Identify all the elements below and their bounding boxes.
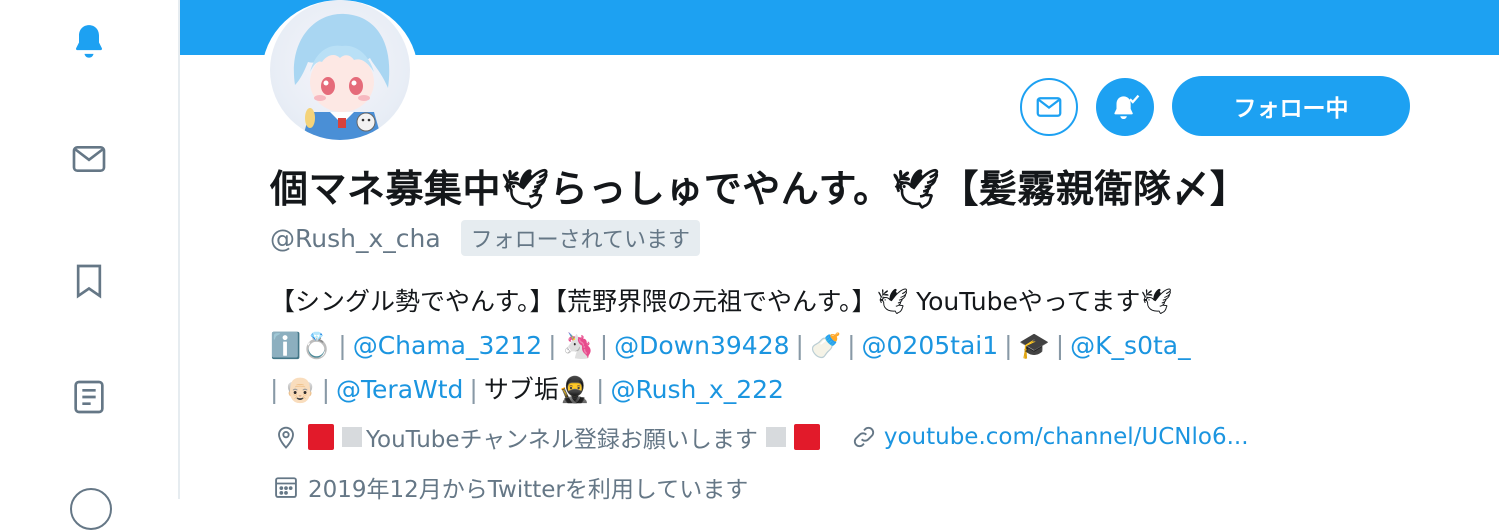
emoji: 🍼 (809, 331, 842, 360)
website-link[interactable]: youtube.com/channel/UCNlo6... (884, 424, 1249, 450)
mention-link[interactable]: @Down39428 (614, 331, 789, 360)
location-pin-icon (278, 426, 294, 449)
sidebar-nav (0, 0, 180, 530)
handle-row: @Rush_x_cha フォローされています (270, 220, 701, 256)
envelope-icon (1036, 97, 1062, 117)
display-name: 個マネ募集中🕊らっしゅでやんす。🕊【髪霧親衛隊〆】 (270, 167, 1249, 211)
mention-link[interactable]: @Rush_x_222 (610, 375, 783, 404)
follows-you-badge: フォローされています (460, 220, 701, 256)
location-text: YouTubeチャンネル登録お願いします (366, 427, 758, 453)
emoji: 🎓 (1018, 331, 1050, 360)
avatar-frame[interactable] (262, 0, 418, 146)
bio-line-1: 【シングル勢でやんす。】【荒野界隈の元祖でやんす。】🕊 YouTubeやってます… (270, 287, 1173, 316)
bio-text: サブ垢🥷 (483, 375, 590, 404)
bio-line-2: ℹ️💍 | @Chama_3212 | 🦄 | @Down39428 | 🍼 | @0205tai1… (270, 331, 1191, 360)
message-button[interactable] (1020, 78, 1078, 136)
mention-link[interactable]: @K_s0ta_ (1070, 331, 1190, 360)
emoji: 👴🏻 (284, 375, 316, 404)
red-square-emoji (308, 424, 334, 450)
bio-line-3: | 👴🏻 | @TeraWtd | サブ垢🥷 | @Rush_x_222 (270, 375, 784, 404)
bio: 【シングル勢でやんす。】【荒野界隈の元祖でやんす。】🕊 YouTubeやってます… (270, 280, 1420, 412)
bell-check-icon (1114, 94, 1140, 120)
mention-link[interactable]: @Chama_3212 (353, 331, 542, 360)
handle: @Rush_x_cha (270, 223, 441, 253)
emoji: ℹ️💍 (270, 331, 333, 360)
notifications-bell-icon[interactable] (66, 18, 112, 64)
envelope-icon[interactable] (66, 136, 112, 182)
following-button[interactable]: フォロー中 (1172, 76, 1410, 136)
avatar (270, 0, 410, 140)
calendar-icon (275, 477, 297, 498)
list-icon[interactable] (66, 374, 112, 420)
grey-square-emoji (765, 427, 786, 447)
link-icon (853, 426, 874, 448)
mention-link[interactable]: @TeraWtd (336, 375, 463, 404)
notifications-toggle-button[interactable] (1096, 78, 1154, 136)
red-square-emoji (793, 424, 820, 450)
grey-square-emoji (342, 427, 362, 447)
profile-meta: YouTubeチャンネル登録お願いします youtube.com/channel… (272, 420, 1249, 454)
bookmark-icon[interactable] (66, 258, 112, 304)
mention-link[interactable]: @0205tai1 (862, 331, 999, 360)
emoji: 🦄 (562, 331, 594, 360)
more-icon[interactable] (70, 488, 112, 530)
